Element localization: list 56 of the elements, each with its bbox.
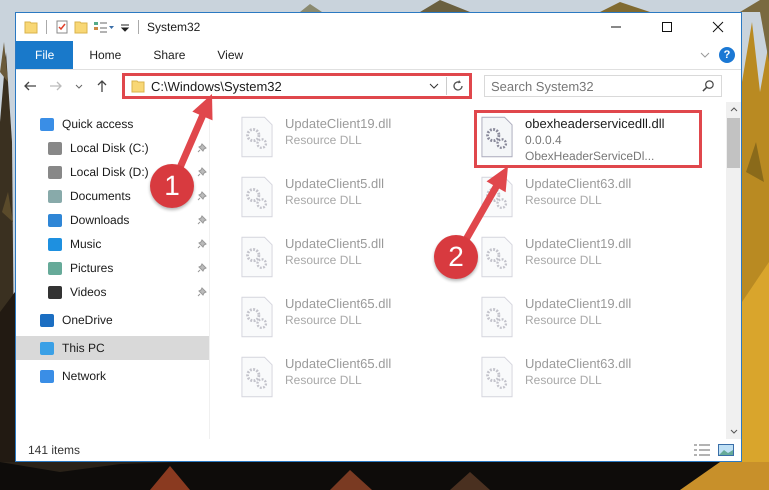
file-detail: 0.0.0.4 — [525, 132, 563, 148]
file-detail: Resource DLL — [285, 192, 363, 208]
gear-file-icon[interactable] — [241, 356, 273, 398]
file-detail: Resource DLL — [525, 252, 603, 268]
pin-icon[interactable] — [197, 143, 207, 153]
gear-file-icon[interactable] — [481, 236, 513, 278]
file-detail: ObexHeaderServiceDl... — [525, 148, 656, 164]
sidebar-item[interactable]: Pictures — [70, 261, 114, 275]
pin-icon[interactable] — [197, 215, 207, 225]
sidebar-item[interactable]: This PC — [16, 336, 209, 360]
sidebar-item[interactable]: Network — [16, 364, 209, 388]
gear-file-icon[interactable] — [241, 116, 273, 158]
file-detail: Resource DLL — [285, 372, 363, 388]
sidebar-item[interactable]: Downloads — [70, 213, 130, 227]
gear-file-icon[interactable] — [241, 176, 273, 218]
gear-file-icon[interactable] — [481, 116, 513, 158]
sidebar-item[interactable]: Quick access — [16, 112, 209, 136]
search-field[interactable]: Search System32 — [484, 75, 722, 97]
file-detail: Resource DLL — [285, 252, 363, 268]
sidebar-item[interactable]: Local Disk (C:) — [70, 141, 149, 155]
sidebar-item[interactable]: OneDrive — [16, 308, 209, 332]
details-view-icon[interactable] — [693, 443, 711, 457]
ribbon-tab[interactable]: File — [16, 41, 74, 69]
pin-icon[interactable] — [197, 287, 207, 297]
window-title: System32 — [147, 20, 200, 34]
scrollbar[interactable] — [726, 102, 741, 439]
pin-icon[interactable] — [197, 239, 207, 249]
folder-icon — [131, 79, 145, 93]
pin-icon[interactable] — [197, 263, 207, 273]
search-icon[interactable] — [702, 79, 715, 92]
file-detail: Resource DLL — [285, 312, 363, 328]
pin-icon[interactable] — [197, 167, 207, 177]
view-dropdown-icon[interactable] — [93, 20, 115, 34]
file-detail: Resource DLL — [525, 372, 603, 388]
properties-icon[interactable] — [55, 20, 69, 34]
file-detail: Resource DLL — [525, 312, 603, 328]
address-path: C:\Windows\System32 — [151, 78, 283, 94]
large-icons-view-icon[interactable] — [717, 443, 735, 457]
item-count: 141 items — [28, 443, 80, 457]
sidebar-item[interactable]: Documents — [70, 189, 131, 203]
file-detail: Resource DLL — [285, 132, 363, 148]
sidebar-item[interactable]: Music — [70, 237, 102, 251]
file-name[interactable]: obexheaderservicedll.dll — [525, 116, 664, 132]
gear-file-icon[interactable] — [481, 356, 513, 398]
pin-icon[interactable] — [197, 191, 207, 201]
scroll-thumb[interactable] — [727, 118, 740, 168]
gear-file-icon[interactable] — [241, 236, 273, 278]
gear-file-icon[interactable] — [241, 296, 273, 338]
sidebar-item[interactable]: Videos — [70, 285, 106, 299]
address-bar[interactable]: C:\Windows\System32 — [122, 73, 472, 99]
help-button[interactable]: ? — [719, 47, 735, 63]
folder-icon[interactable] — [24, 20, 38, 34]
gear-file-icon[interactable] — [481, 296, 513, 338]
folder-icon[interactable] — [74, 20, 88, 34]
file-detail: Resource DLL — [525, 192, 603, 208]
sidebar-item[interactable]: Local Disk (D:) — [70, 165, 149, 179]
